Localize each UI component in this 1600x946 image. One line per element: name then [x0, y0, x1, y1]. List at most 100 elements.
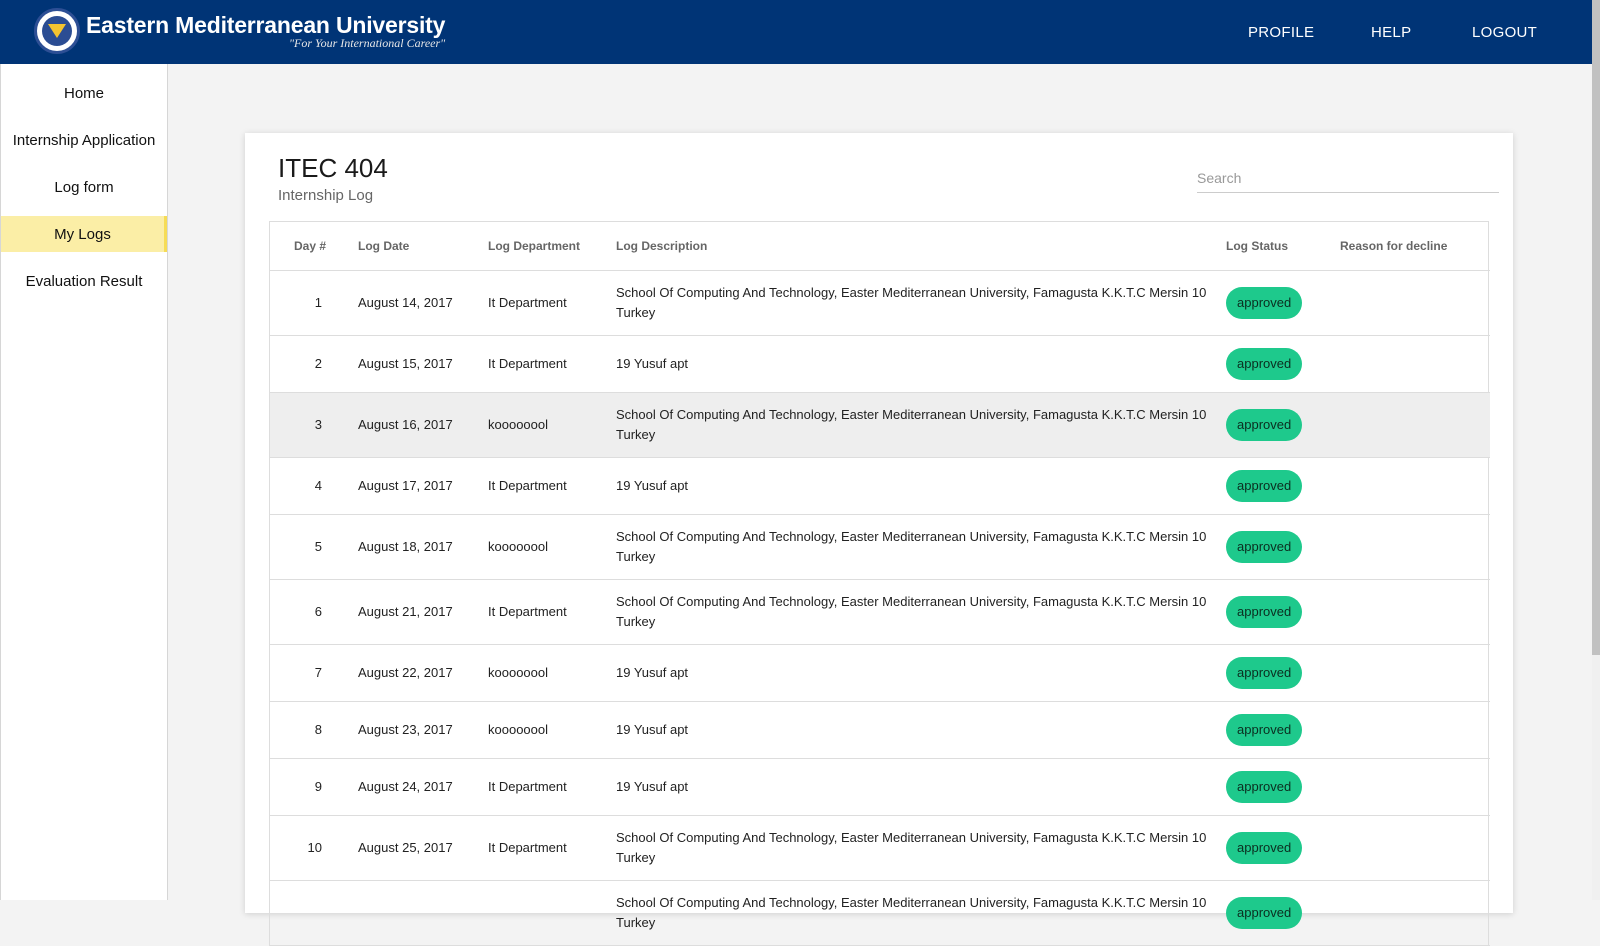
cell-log-date: August 21, 2017 [358, 579, 488, 645]
cell-log-status: approved [1226, 514, 1340, 580]
cell-log-description: School Of Computing And Technology, East… [616, 815, 1226, 881]
search-input[interactable] [1197, 163, 1499, 193]
table-row[interactable]: 4 August 17, 2017 It Department 19 Yusuf ap… [270, 457, 1490, 515]
brand-logo[interactable]: Eastern Mediterranean University "For Yo… [34, 8, 445, 54]
cell-log-date: August 17, 2017 [358, 457, 488, 515]
sidebar-item-evaluation-result[interactable]: Evaluation Result [1, 263, 167, 299]
status-badge: approved [1226, 286, 1303, 319]
cell-log-description: School Of Computing And Technology, East… [616, 270, 1226, 336]
column-header-day[interactable]: Day # [270, 222, 358, 271]
cell-day: 6 [270, 579, 358, 645]
column-header-log-department[interactable]: Log Department [488, 222, 616, 271]
cell-log-status: approved [1226, 815, 1340, 881]
cell-reason-for-decline [1340, 457, 1490, 515]
cell-day: 9 [270, 758, 358, 816]
brand-name: Eastern Mediterranean University [86, 11, 446, 38]
cell-log-date [358, 880, 488, 946]
sidebar-item-home[interactable]: Home [1, 75, 167, 111]
status-badge: approved [1226, 656, 1303, 689]
sidebar: Home Internship Application Log form My … [0, 64, 168, 900]
status-badge: approved [1226, 469, 1303, 502]
table-row[interactable]: 2 August 15, 2017 It Department 19 Yusuf ap… [270, 335, 1490, 393]
cell-log-department: It Department [488, 758, 616, 816]
cell-log-status: approved [1226, 758, 1340, 816]
cell-log-description: School Of Computing And Technology, East… [616, 514, 1226, 580]
status-badge: approved [1226, 770, 1303, 803]
cell-day: 1 [270, 270, 358, 336]
cell-log-date: August 25, 2017 [358, 815, 488, 881]
table-row[interactable]: 10 August 25, 2017 It Department School Of … [270, 815, 1490, 881]
cell-day: 8 [270, 701, 358, 759]
cell-day: 7 [270, 644, 358, 702]
cell-log-department: koooooool [488, 701, 616, 759]
cell-log-department: It Department [488, 457, 616, 515]
sidebar-item-internship-application[interactable]: Internship Application [1, 122, 167, 158]
status-badge: approved [1226, 347, 1303, 380]
cell-log-status: approved [1226, 701, 1340, 759]
university-seal-icon [34, 8, 80, 54]
cell-log-date: August 18, 2017 [358, 514, 488, 580]
table-row[interactable]: 5 August 18, 2017 koooooool School Of Compu… [270, 514, 1490, 580]
cell-day: 10 [270, 815, 358, 881]
help-link[interactable]: HELP [1371, 24, 1411, 41]
cell-log-department: koooooool [488, 644, 616, 702]
table-row[interactable]: 1 August 14, 2017 It Department School Of C… [270, 270, 1490, 336]
cell-day [270, 880, 358, 946]
cell-log-date: August 14, 2017 [358, 270, 488, 336]
cell-day: 3 [270, 392, 358, 458]
cell-log-date: August 24, 2017 [358, 758, 488, 816]
brand-tagline: "For Your International Career" [288, 35, 446, 50]
table-row[interactable]: 9 August 24, 2017 It Department 19 Yusuf ap… [270, 758, 1490, 816]
cell-day: 2 [270, 335, 358, 393]
cell-day: 5 [270, 514, 358, 580]
column-header-log-date[interactable]: Log Date [358, 222, 488, 271]
status-badge: approved [1226, 595, 1303, 628]
cell-log-description: School Of Computing And Technology, East… [616, 579, 1226, 645]
sidebar-item-my-logs[interactable]: My Logs [1, 216, 167, 252]
cell-log-status: approved [1226, 579, 1340, 645]
cell-log-description: School Of Computing And Technology, East… [616, 880, 1226, 946]
profile-link[interactable]: PROFILE [1248, 24, 1314, 41]
cell-log-department [488, 880, 616, 946]
table-row[interactable]: 7 August 22, 2017 koooooool 19 Yusuf apt app… [270, 644, 1490, 702]
cell-log-description: 19 Yusuf apt [616, 457, 1226, 515]
cell-log-department: It Department [488, 579, 616, 645]
status-badge: approved [1226, 831, 1303, 864]
cell-reason-for-decline [1340, 644, 1490, 702]
cell-log-description: 19 Yusuf apt [616, 335, 1226, 393]
cell-day: 4 [270, 457, 358, 515]
logout-link[interactable]: LOGOUT [1472, 24, 1537, 41]
cell-log-status: approved [1226, 457, 1340, 515]
status-badge: approved [1226, 530, 1303, 563]
column-header-log-status[interactable]: Log Status [1226, 222, 1340, 271]
table-row[interactable]: 6 August 21, 2017 It Department School Of C… [270, 579, 1490, 645]
page-scrollbar[interactable] [1592, 0, 1600, 900]
cell-log-description: 19 Yusuf apt [616, 644, 1226, 702]
table-row[interactable]: 3 August 16, 2017 koooooool School Of Compu… [270, 392, 1490, 458]
cell-log-department: koooooool [488, 514, 616, 580]
cell-log-status: approved [1226, 392, 1340, 458]
cell-reason-for-decline [1340, 270, 1490, 336]
logs-card: ITEC 404 Internship Log Day # Log Date L… [245, 133, 1513, 946]
page-subtitle: Internship Log [278, 187, 374, 204]
cell-log-date: August 22, 2017 [358, 644, 488, 702]
page-title: ITEC 404 [278, 153, 388, 183]
cell-reason-for-decline [1340, 514, 1490, 580]
cell-log-description: 19 Yusuf apt [616, 758, 1226, 816]
status-badge: approved [1226, 896, 1303, 929]
sidebar-item-log-form[interactable]: Log form [1, 169, 167, 205]
cell-log-status: approved [1226, 644, 1340, 702]
scrollbar-thumb[interactable] [1592, 0, 1600, 655]
column-header-reason-for-decline[interactable]: Reason for decline [1340, 222, 1490, 271]
cell-reason-for-decline [1340, 392, 1490, 458]
column-header-log-description[interactable]: Log Description [616, 222, 1226, 271]
cell-log-department: It Department [488, 335, 616, 393]
cell-reason-for-decline [1340, 880, 1490, 946]
cell-log-description: 19 Yusuf apt [616, 701, 1226, 759]
table-row[interactable]: School Of Computing And Technology, East… [270, 880, 1490, 946]
cell-reason-for-decline [1340, 758, 1490, 816]
status-badge: approved [1226, 408, 1303, 441]
table-row[interactable]: 8 August 23, 2017 koooooool 19 Yusuf apt app… [270, 701, 1490, 759]
logs-table: Day # Log Date Log Department Log Descri… [269, 221, 1490, 946]
cell-log-status: approved [1226, 880, 1340, 946]
